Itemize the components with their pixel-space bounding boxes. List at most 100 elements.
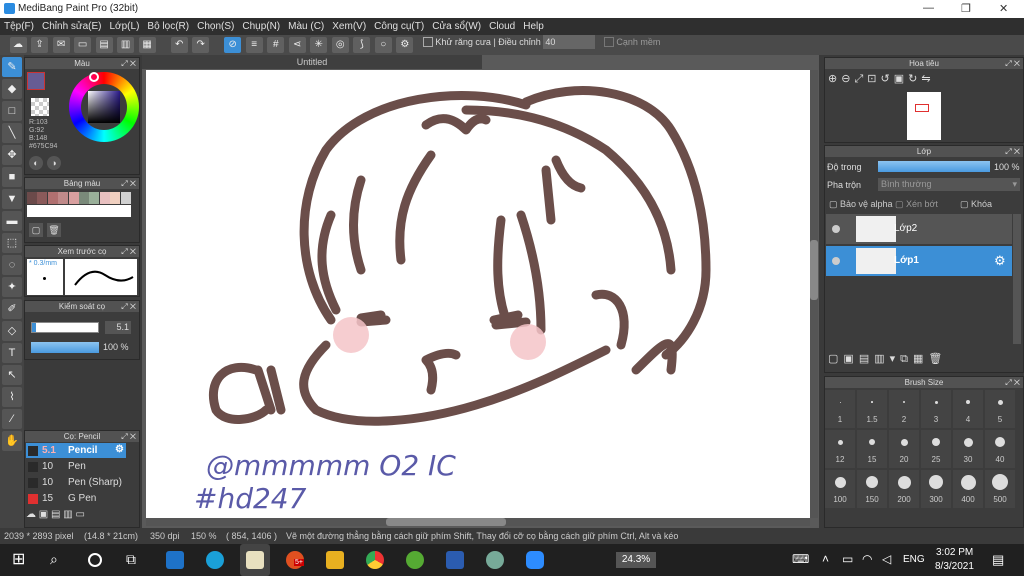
canvas-hscroll[interactable] [146,518,810,526]
keyboard-icon[interactable]: ⌨ [792,552,809,566]
snap-radial-icon[interactable]: ✳ [310,37,328,53]
layer-scrollbar[interactable] [1013,214,1021,344]
snap-curve-icon[interactable]: ⟆ [353,37,371,53]
eyedropper-icon[interactable]: ⁄ [2,409,22,429]
palette-add-icon[interactable]: ▢ [29,223,43,237]
clock-date[interactable]: 8/3/2021 [935,561,974,572]
brush-size-cell[interactable]: 1.5 [857,390,887,428]
brush-size-cell[interactable]: 5 [985,390,1015,428]
brush-size-value[interactable]: 5.1 [105,321,131,334]
menu-color[interactable]: Màu (C) [288,18,324,35]
fullscreen-icon[interactable]: ▣ [894,73,908,85]
operation-tool-icon[interactable]: ↖ [2,365,22,385]
transparent-swatch[interactable] [31,98,49,116]
minimize-button[interactable]: — [923,2,934,14]
fit-icon[interactable]: ⤢ [854,73,867,85]
app-icon[interactable] [406,551,424,569]
move-tool-icon[interactable]: ✥ [2,145,22,165]
smooth-checkbox[interactable] [603,37,614,47]
new-layer-menu-icon[interactable]: ▥▾ [874,353,900,365]
snap-circle-icon[interactable]: ◎ [331,37,349,53]
eye-icon[interactable] [832,225,840,233]
battery-icon[interactable]: ▭ [842,552,853,566]
select-rect-icon[interactable]: ⬚ [2,233,22,253]
snap-grid-icon[interactable]: # [267,37,285,53]
brush-opacity-slider[interactable] [31,342,99,353]
file-explorer-icon[interactable] [326,551,344,569]
page-icon[interactable]: ▤ [95,37,113,53]
brush-item-pen-sharp[interactable]: 10 Pen (Sharp) [26,475,126,490]
share-icon[interactable]: ⇪ [31,37,49,53]
blend-mode-select[interactable]: Bình thường ▾ [878,178,1020,191]
snap-parallel-icon[interactable]: ≡ [245,37,263,53]
zoom-icon[interactable] [526,551,544,569]
brush-size-cell[interactable]: 200 [889,470,919,508]
rotate-right-icon[interactable]: ↻ [908,73,921,85]
comment-icon[interactable]: ✉ [52,37,70,53]
brush-item-g-pen[interactable]: 15 G Pen [26,491,126,506]
hue-picker[interactable] [89,72,99,82]
brush-item-pen[interactable]: 10 Pen [26,459,126,474]
brush-size-cell[interactable]: 12 [825,430,855,468]
brush-size-cell[interactable]: 2 [889,390,919,428]
antialias-checkbox[interactable] [422,37,433,47]
palette-swatch[interactable] [79,192,89,204]
menu-snap[interactable]: Chụp(N) [242,18,280,35]
brush-size-cell[interactable]: 25 [921,430,951,468]
brush-size-cell[interactable]: 4 [953,390,983,428]
brush-size-cell[interactable]: 3 [921,390,951,428]
layer-opacity-slider[interactable] [878,161,990,172]
gradient-tool-icon[interactable]: ▬ [2,211,22,231]
brush-size-cell[interactable]: 15 [857,430,887,468]
menu-cloud[interactable]: Cloud [489,18,515,35]
magic-wand-icon[interactable]: ✦ [2,277,22,297]
fill-rect-tool-icon[interactable]: ■ [2,167,22,187]
divide-tool-icon[interactable]: ⌇ [2,387,22,407]
bucket-tool-icon[interactable]: ▼ [2,189,22,209]
mail-icon[interactable] [166,551,184,569]
task-view-icon[interactable]: ⧉ [126,551,144,569]
menu-help[interactable]: Help [523,18,544,35]
edge-icon[interactable] [206,551,224,569]
wifi-icon[interactable]: ◠ [862,552,872,566]
layer-settings-icon[interactable]: ⚙ [994,253,1006,269]
protect-alpha-checkbox[interactable]: ▢ Bảo vệ alpha [829,199,893,210]
brush-cloud-icon[interactable]: ☁ [26,509,39,520]
snap-settings-icon[interactable]: ⚙ [396,37,414,53]
cortana-icon[interactable] [88,553,102,567]
snap-ring-icon[interactable]: ○ [374,37,392,53]
hand-tool-icon[interactable]: ✋ [2,431,22,451]
notification-app-icon[interactable]: 5+ [286,551,304,569]
close-button[interactable]: ✕ [999,2,1008,15]
color-add-icon[interactable]: ◑ [47,156,61,170]
clock-time[interactable]: 3:02 PM [936,547,973,558]
brush-folder-icon[interactable]: ▭ [75,509,84,520]
color-wheel[interactable] [69,72,139,142]
chat-icon[interactable]: ▭ [74,37,92,53]
maximize-button[interactable]: ❐ [961,2,971,15]
windows-start-icon[interactable]: ⊞ [12,551,30,569]
navigator-thumbnail[interactable] [907,92,941,140]
new-8bit-icon[interactable]: ▤ [859,353,874,365]
search-icon[interactable]: ⌕ [50,551,68,569]
eye-icon[interactable] [832,257,840,265]
color-square[interactable] [88,91,120,123]
copy-layer-icon[interactable]: ⧉ [900,353,913,365]
brush-size-cell[interactable]: 500 [985,470,1015,508]
palette-swatch[interactable] [89,192,100,204]
brush-size-cell[interactable]: 20 [889,430,919,468]
menu-filter[interactable]: Bộ lọc(R) [147,18,189,35]
menu-file[interactable]: Tệp(F) [4,18,34,35]
palette-swatch[interactable] [58,192,69,204]
menu-tools[interactable]: Công cụ(T) [374,18,424,35]
adjust-input[interactable]: 40 [543,35,596,49]
brush-item-pencil[interactable]: 5.1 Pencil ⚙ [26,443,126,458]
brush-size-cell[interactable]: 1 [825,390,855,428]
redo-icon[interactable]: ↷ [192,37,210,53]
lasso-icon[interactable]: ◌ [2,255,22,275]
palette-swatch[interactable] [68,192,79,204]
rotate-left-icon[interactable]: ↺ [880,73,893,85]
brush-size-slider[interactable] [31,322,99,333]
brush-size-cell[interactable]: 30 [953,430,983,468]
new-halftone-icon[interactable]: ▣ [843,353,858,365]
